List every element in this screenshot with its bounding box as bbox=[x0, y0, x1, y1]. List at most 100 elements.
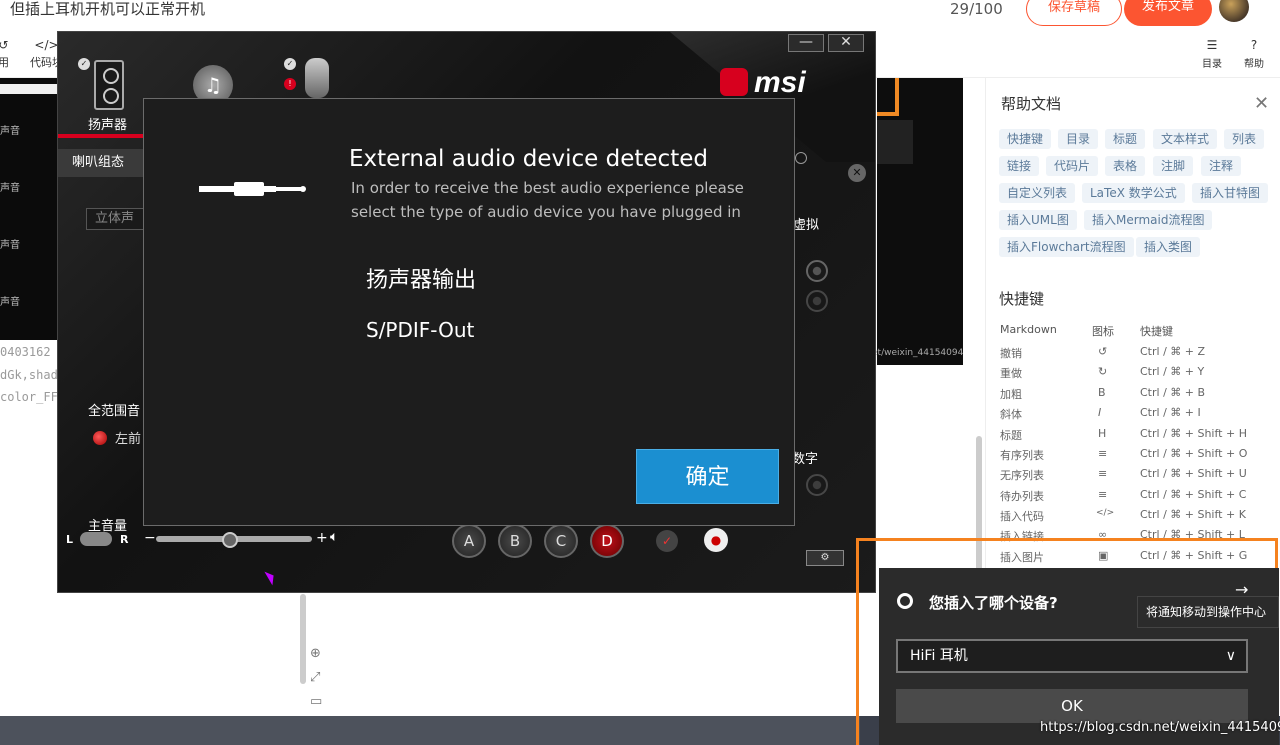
close-icon[interactable]: ✕ bbox=[848, 164, 866, 182]
help-tag[interactable]: 插入Flowchart流程图 bbox=[999, 237, 1134, 257]
audio-device-icon bbox=[897, 593, 913, 609]
info-icon[interactable] bbox=[795, 152, 807, 164]
shortcut-name: 无序列表 bbox=[1000, 469, 1044, 482]
help-tag[interactable]: 表格 bbox=[1105, 156, 1146, 176]
volume-slider-thumb[interactable] bbox=[222, 532, 238, 548]
article-title-input[interactable]: 但插上耳机开机可以正常开机 bbox=[10, 0, 205, 18]
notification-ok-button[interactable]: OK bbox=[896, 689, 1248, 723]
unordered-list-icon: ≡ bbox=[1098, 467, 1108, 480]
shortcut-name: 标题 bbox=[1000, 429, 1022, 442]
fullscreen-icon[interactable]: ⤢ bbox=[310, 670, 320, 685]
front-left-checkbox[interactable] bbox=[93, 431, 107, 445]
publish-button[interactable]: 发布文章 bbox=[1124, 0, 1212, 26]
toolbar-toc[interactable]: ☰ 目录 bbox=[1197, 38, 1227, 70]
help-tag[interactable]: 快捷键 bbox=[999, 129, 1052, 149]
help-tag[interactable]: 链接 bbox=[999, 156, 1040, 176]
speaker-output-option[interactable]: 扬声器输出 bbox=[366, 262, 476, 294]
shortcuts-header: 快捷键 bbox=[1140, 325, 1173, 338]
dialog-subtitle: In order to receive the best audio exper… bbox=[351, 179, 744, 197]
help-tag[interactable]: 文本样式 bbox=[1153, 129, 1218, 149]
code-line: color_FFF bbox=[0, 390, 66, 404]
toolbar-help-label: 帮助 bbox=[1244, 59, 1264, 70]
ordered-list-icon: ≡ bbox=[1098, 447, 1108, 460]
toolbar-help[interactable]: ? 帮助 bbox=[1239, 38, 1269, 70]
speaker-icon[interactable] bbox=[94, 60, 124, 110]
screen-icon[interactable]: ▭ bbox=[310, 694, 322, 709]
shortcut-name: 重做 bbox=[1000, 367, 1022, 380]
confirm-button[interactable]: 确定 bbox=[636, 449, 779, 504]
jack-a-button[interactable]: A bbox=[452, 524, 486, 558]
msi-audio-window: — ✕ msi ✓ 扬声器 ♫ ✓ ! 喇叭组态 立体声 全范围音 左前 主音量… bbox=[57, 31, 876, 593]
speaker-config-select[interactable]: 立体声 bbox=[86, 208, 146, 230]
save-draft-button[interactable]: 保存草稿 bbox=[1026, 0, 1122, 26]
notification-title: 您插入了哪个设备? bbox=[929, 594, 1058, 612]
help-tag[interactable]: 自定义列表 bbox=[999, 183, 1076, 203]
heading-icon: H bbox=[1098, 427, 1107, 440]
jack-d-button[interactable]: D bbox=[590, 524, 624, 558]
preview-label: 声音 bbox=[0, 240, 20, 251]
shortcut-row: 插入代码 </> Ctrl / ⌘ + Shift + K bbox=[1000, 508, 1270, 528]
tab-speaker-label[interactable]: 扬声器 bbox=[88, 114, 127, 133]
mouse-cursor-icon bbox=[264, 568, 278, 586]
help-tag[interactable]: 插入类图 bbox=[1136, 237, 1201, 257]
undo-icon: ↺ bbox=[0, 38, 9, 52]
alert-icon: ! bbox=[284, 78, 296, 90]
help-tag[interactable]: 注脚 bbox=[1153, 156, 1194, 176]
editor-scrollbar[interactable] bbox=[300, 594, 306, 684]
microphone-icon[interactable]: ● bbox=[704, 528, 728, 552]
undo-icon: ↺ bbox=[1098, 345, 1108, 358]
virtual-label: 虚拟 bbox=[793, 218, 820, 233]
shortcut-keys: Ctrl / ⌘ + B bbox=[1140, 386, 1206, 399]
shortcut-keys: Ctrl / ⌘ + Shift + U bbox=[1140, 467, 1247, 480]
code-line: 0403162 bbox=[0, 345, 51, 359]
help-tag[interactable]: 插入Mermaid流程图 bbox=[1084, 210, 1213, 230]
minimize-button[interactable]: — bbox=[788, 34, 824, 52]
shortcut-name: 加粗 bbox=[1000, 388, 1022, 401]
shortcut-name: 插入代码 bbox=[1000, 510, 1044, 523]
close-button[interactable]: ✕ bbox=[828, 34, 864, 52]
virtual-knob[interactable] bbox=[806, 290, 828, 312]
volume-minus-icon[interactable]: − bbox=[144, 530, 156, 546]
volume-speaker-icon[interactable]: 🔈︎ bbox=[330, 529, 338, 545]
wrench-icon[interactable]: ⚙ bbox=[806, 550, 844, 566]
italic-icon: I bbox=[1098, 406, 1102, 419]
help-tag[interactable]: 插入UML图 bbox=[999, 210, 1077, 230]
help-tag[interactable]: 标题 bbox=[1105, 129, 1146, 149]
locate-icon[interactable]: ⊕ bbox=[310, 646, 321, 661]
help-tag[interactable]: 列表 bbox=[1224, 129, 1265, 149]
shortcut-name: 有序列表 bbox=[1000, 449, 1044, 462]
spdif-out-option[interactable]: S/PDIF-Out bbox=[366, 318, 474, 342]
help-tag[interactable]: 代码片 bbox=[1046, 156, 1099, 176]
help-tag[interactable]: 插入甘特图 bbox=[1192, 183, 1269, 203]
jack-c-button[interactable]: C bbox=[544, 524, 578, 558]
volume-plus-icon[interactable]: + bbox=[316, 530, 328, 546]
shortcut-keys: Ctrl / ⌘ + Shift + K bbox=[1140, 508, 1246, 521]
left-preview-pane: 声音 声音 声音 声音 bbox=[0, 78, 57, 340]
virtual-knob[interactable] bbox=[806, 260, 828, 282]
preview-label: 声音 bbox=[0, 126, 20, 137]
dialog-title: External audio device detected bbox=[349, 146, 708, 172]
device-select[interactable]: HiFi 耳机 ∨ bbox=[896, 639, 1248, 673]
help-panel-title: 帮助文档 bbox=[1001, 95, 1062, 113]
shortcut-keys: Ctrl / ⌘ + Y bbox=[1140, 365, 1205, 378]
help-tag[interactable]: 目录 bbox=[1058, 129, 1099, 149]
preview-url: et/weixin_44154094 bbox=[872, 348, 964, 358]
shortcuts-header: Markdown bbox=[1000, 323, 1057, 336]
preview-highlight bbox=[877, 78, 899, 116]
digital-knob[interactable] bbox=[806, 474, 828, 496]
check-icon[interactable]: ✓ bbox=[656, 530, 678, 552]
close-icon[interactable]: ✕ bbox=[1254, 93, 1269, 114]
microphone-icon[interactable] bbox=[305, 58, 329, 98]
shortcuts-header: 图标 bbox=[1092, 325, 1114, 338]
jack-b-button[interactable]: B bbox=[498, 524, 532, 558]
toolbar-undo[interactable]: ↺ 用 bbox=[0, 38, 9, 70]
tab-speaker-config[interactable]: 喇叭组态 bbox=[58, 149, 146, 177]
help-tag[interactable]: 注释 bbox=[1201, 156, 1242, 176]
notification-tooltip: 将通知移动到操作中心 bbox=[1137, 596, 1279, 628]
shortcut-row: 斜体 I Ctrl / ⌘ + I bbox=[1000, 406, 1270, 426]
device-detected-dialog: External audio device detected In order … bbox=[143, 98, 795, 526]
balance-slider[interactable] bbox=[80, 532, 112, 546]
shortcut-row: 有序列表 ≡ Ctrl / ⌘ + Shift + O bbox=[1000, 447, 1270, 467]
help-tag[interactable]: LaTeX 数学公式 bbox=[1082, 183, 1185, 203]
check-icon: ✓ bbox=[284, 58, 296, 70]
